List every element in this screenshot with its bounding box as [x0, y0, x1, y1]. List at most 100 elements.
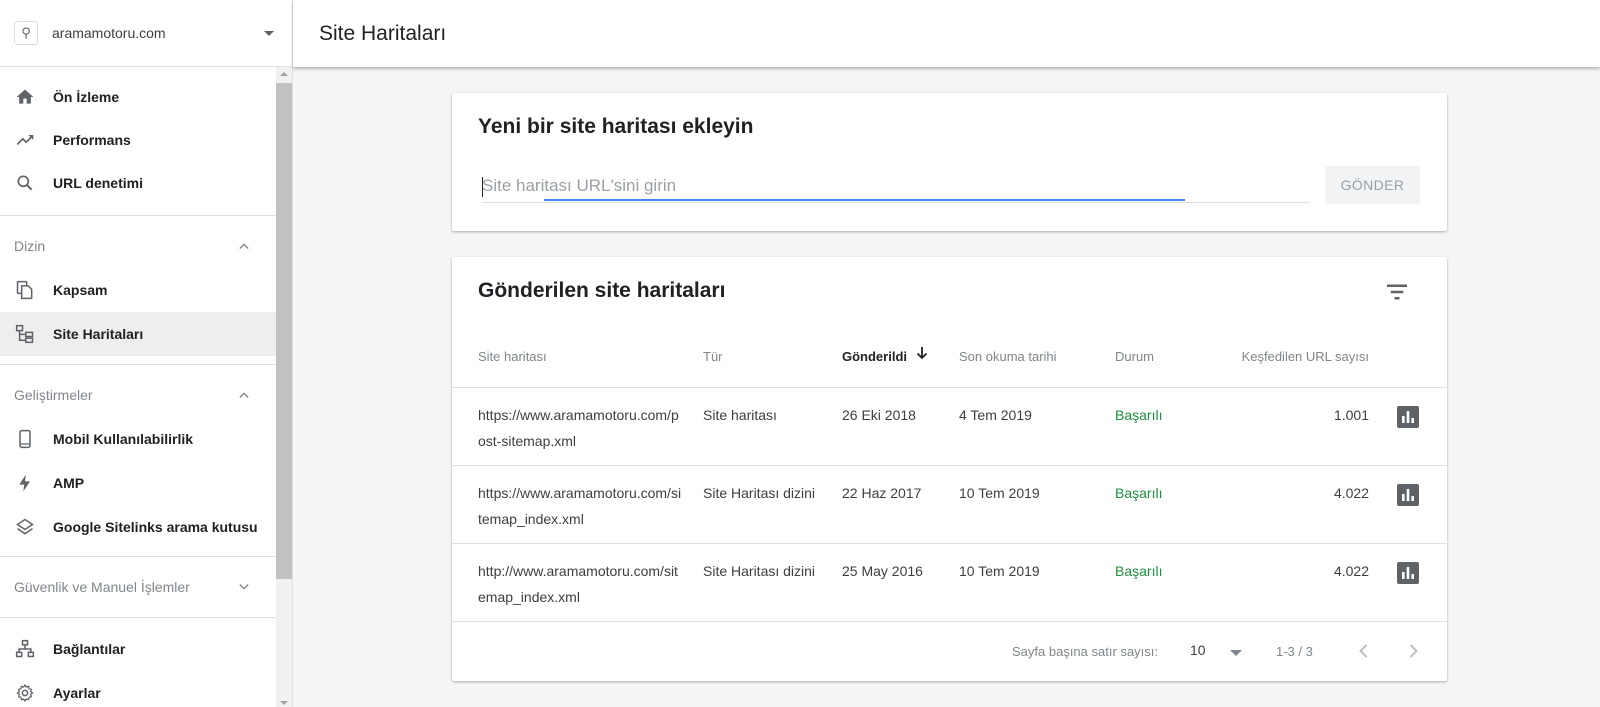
sidebar-item-links[interactable]: Bağlantılar — [0, 627, 277, 671]
sidebar-item-label: Ayarlar — [53, 685, 101, 701]
sidebar-item-coverage[interactable]: Kapsam — [0, 268, 277, 312]
dropdown-caret-icon — [1230, 650, 1242, 656]
sidebar-item-sitemaps[interactable]: Site Haritaları — [0, 312, 277, 356]
add-sitemap-title: Yeni bir site haritası ekleyin — [478, 115, 754, 138]
sidebar-scrollbar[interactable] — [276, 67, 292, 707]
dropdown-caret-icon — [264, 30, 274, 36]
sidebar-item-settings[interactable]: Ayarlar — [0, 671, 277, 707]
section-index-toggle[interactable]: Dizin — [0, 224, 277, 268]
next-page-icon[interactable] — [1402, 640, 1424, 662]
text-caret — [482, 177, 483, 197]
scrollbar-thumb[interactable] — [276, 83, 292, 579]
sidebar-item-label: Bağlantılar — [53, 641, 126, 657]
chevron-up-icon — [239, 243, 249, 249]
table-row[interactable]: http://www.aramamotoru.com/sitemap_index… — [452, 543, 1447, 621]
column-header-last-read[interactable]: Son okuma tarihi — [959, 349, 1057, 364]
links-icon — [14, 638, 36, 660]
table-row[interactable]: https://www.aramamotoru.com/post-sitemap… — [452, 387, 1447, 465]
sidebar-item-label: Performans — [53, 132, 131, 148]
sitemap-url: https://www.aramamotoru.com/post-sitemap… — [478, 407, 679, 449]
bar-chart-icon[interactable] — [1397, 406, 1419, 428]
rows-per-page-value: 10 — [1190, 642, 1206, 658]
filter-icon[interactable] — [1382, 277, 1412, 307]
search-icon — [14, 172, 36, 194]
discovered-url-count: 4.022 — [1333, 563, 1369, 579]
status-text: Başarılı — [1115, 407, 1163, 423]
rows-per-page-select[interactable]: 10 — [1190, 642, 1250, 664]
page-title: Site Haritaları — [319, 21, 447, 45]
sidebar-item-label: Mobil Kullanılabilirlik — [53, 431, 194, 447]
sitemap-type: Site haritası — [703, 407, 777, 423]
last-read-date: 4 Tem 2019 — [959, 407, 1032, 423]
divider — [0, 215, 277, 216]
submitted-date: 22 Haz 2017 — [842, 485, 922, 501]
divider — [0, 617, 277, 618]
bolt-icon — [14, 472, 36, 494]
chevron-down-icon — [239, 584, 249, 590]
add-sitemap-card: Yeni bir site haritası ekleyin GÖNDER — [452, 93, 1447, 231]
smartphone-icon — [14, 428, 36, 450]
divider — [0, 556, 277, 557]
sidebar-item-label: Google Sitelinks arama kutusu — [53, 519, 258, 535]
section-label: Güvenlik ve Manuel İşlemler — [14, 579, 190, 595]
chevron-up-icon — [239, 392, 249, 398]
sitemap-type: Site Haritası dizini — [703, 563, 816, 579]
scroll-down-arrow-icon[interactable] — [280, 701, 288, 705]
scroll-up-arrow-icon[interactable] — [280, 72, 288, 76]
search-icon: ⚲ — [14, 21, 38, 45]
section-enhancements-toggle[interactable]: Geliştirmeler — [0, 373, 277, 417]
column-header-sitemap[interactable]: Site haritası — [478, 349, 547, 364]
sitemap-url: http://www.aramamotoru.com/sitemap_index… — [478, 563, 678, 605]
gear-icon — [14, 682, 36, 704]
sitemap-url-input[interactable] — [482, 169, 1309, 202]
divider — [0, 364, 277, 365]
property-name: aramamotoru.com — [52, 25, 166, 41]
sidebar-item-label: URL denetimi — [53, 175, 143, 191]
copy-icon — [14, 279, 36, 301]
table-row[interactable]: https://www.aramamotoru.com/sitemap_inde… — [452, 465, 1447, 543]
sidebar: ⚲ aramamotoru.com Ön İzleme Performans U… — [0, 0, 293, 707]
submitted-date: 26 Eki 2018 — [842, 407, 916, 423]
sitemap-url: https://www.aramamotoru.com/sitemap_inde… — [478, 485, 682, 527]
submitted-date: 25 May 2016 — [842, 563, 923, 579]
table-pagination: Sayfa başına satır sayısı: 10 1-3 / 3 — [452, 621, 1447, 681]
sitemap-icon — [14, 323, 36, 345]
trending-up-icon — [14, 129, 36, 151]
layers-icon — [14, 516, 36, 538]
submitted-sitemaps-card: Gönderilen site haritaları Site haritası… — [452, 257, 1447, 681]
pagination-range: 1-3 / 3 — [1276, 644, 1313, 659]
sidebar-nav: Ön İzleme Performans URL denetimi Dizin … — [0, 67, 292, 707]
sidebar-item-label: Ön İzleme — [53, 89, 120, 105]
sidebar-item-url-inspection[interactable]: URL denetimi — [0, 161, 277, 205]
sitemap-url-field[interactable] — [482, 169, 1309, 203]
last-read-date: 10 Tem 2019 — [959, 485, 1040, 501]
column-header-discovered-urls[interactable]: Keşfedilen URL sayısı — [1242, 349, 1369, 364]
sitemap-type: Site Haritası dizini — [703, 485, 816, 501]
column-header-status[interactable]: Durum — [1115, 349, 1154, 364]
discovered-url-count: 4.022 — [1333, 485, 1369, 501]
status-text: Başarılı — [1115, 485, 1163, 501]
column-header-submitted[interactable]: Gönderildi — [842, 349, 907, 364]
section-security-toggle[interactable]: Güvenlik ve Manuel İşlemler — [0, 565, 277, 609]
sidebar-item-label: Site Haritaları — [53, 326, 144, 342]
sidebar-item-label: Kapsam — [53, 282, 108, 298]
bar-chart-icon[interactable] — [1397, 562, 1419, 584]
home-icon — [14, 86, 36, 108]
bar-chart-icon[interactable] — [1397, 484, 1419, 506]
sidebar-item-amp[interactable]: AMP — [0, 461, 277, 505]
rows-per-page-label: Sayfa başına satır sayısı: — [1012, 644, 1158, 659]
sidebar-item-sitelinks-searchbox[interactable]: Google Sitelinks arama kutusu — [0, 505, 277, 549]
sidebar-item-label: AMP — [53, 475, 85, 491]
discovered-url-count: 1.001 — [1333, 407, 1369, 423]
property-selector[interactable]: ⚲ aramamotoru.com — [0, 0, 292, 67]
sidebar-item-performance[interactable]: Performans — [0, 118, 277, 162]
last-read-date: 10 Tem 2019 — [959, 563, 1040, 579]
column-header-type[interactable]: Tür — [703, 349, 723, 364]
sidebar-item-mobile-usability[interactable]: Mobil Kullanılabilirlik — [0, 417, 277, 461]
input-focus-underline — [544, 199, 1185, 201]
sort-descending-arrow-icon[interactable] — [915, 345, 929, 361]
section-label: Dizin — [14, 238, 46, 254]
sidebar-item-overview[interactable]: Ön İzleme — [0, 75, 277, 119]
previous-page-icon[interactable] — [1353, 640, 1375, 662]
submit-sitemap-button[interactable]: GÖNDER — [1325, 166, 1420, 204]
